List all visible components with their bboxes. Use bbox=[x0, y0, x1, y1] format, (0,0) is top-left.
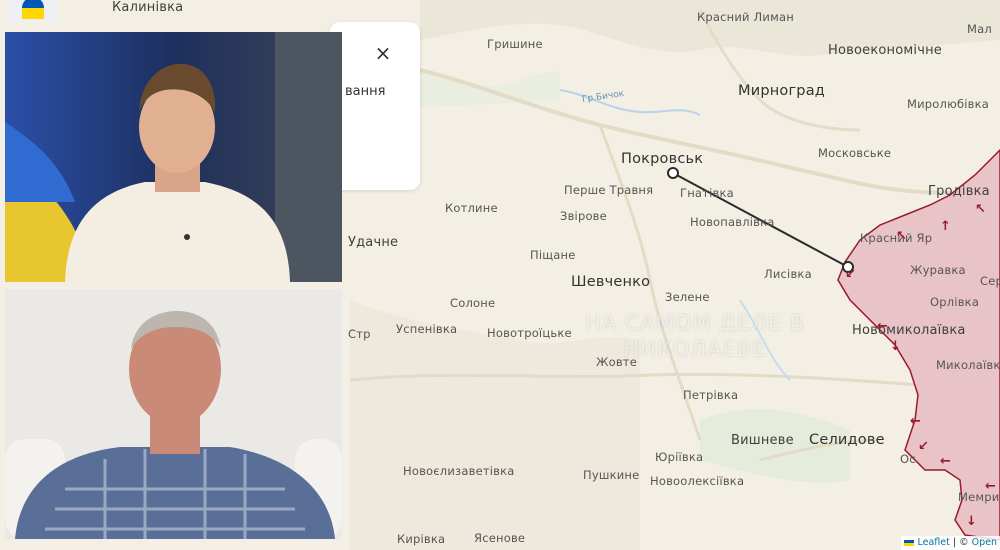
town-label: Юріївка bbox=[655, 450, 704, 464]
front-arrow-icon: ↙ bbox=[918, 439, 929, 454]
leaflet-link[interactable]: Leaflet bbox=[917, 537, 949, 548]
town-label: Покровськ bbox=[621, 151, 704, 167]
town-label: Миролюбівка bbox=[907, 97, 990, 111]
front-arrow-icon: ← bbox=[940, 454, 951, 469]
presenter-video-frame bbox=[5, 32, 342, 282]
osm-link[interactable]: Open bbox=[972, 537, 997, 548]
town-label: Шевченко bbox=[571, 274, 651, 290]
front-arrow-icon: ← bbox=[910, 414, 921, 429]
front-arrow-icon: ↓ bbox=[966, 514, 977, 529]
front-arrow-icon: ← bbox=[985, 479, 996, 494]
route-start-marker bbox=[667, 167, 679, 179]
presenter-video bbox=[5, 32, 342, 282]
town-label: Лисівка bbox=[764, 267, 812, 281]
guest-video bbox=[5, 289, 342, 539]
close-button[interactable]: × bbox=[372, 42, 394, 64]
attribution-separator: | © bbox=[952, 537, 969, 548]
ukraine-flag-mini-icon bbox=[904, 539, 915, 546]
front-arrow-icon: ↑ bbox=[940, 219, 951, 234]
town-label: Ясенове bbox=[474, 531, 526, 545]
ukraine-flag-icon bbox=[22, 0, 44, 19]
town-label: Новопавлівка bbox=[690, 215, 775, 229]
town-label: Новоолексіївка bbox=[650, 474, 745, 488]
town-label: Котлине bbox=[445, 201, 498, 215]
town-label: Піщане bbox=[530, 248, 576, 262]
town-label: Успенівка bbox=[396, 322, 458, 336]
town-label: Московське bbox=[818, 146, 892, 160]
front-arrow-icon: ← bbox=[877, 319, 888, 334]
map-attribution: Leaflet | © Open bbox=[901, 536, 1000, 550]
guest-video-frame bbox=[5, 289, 342, 539]
front-arrow-icon: ↖ bbox=[896, 229, 907, 244]
town-label: Вишневе bbox=[731, 433, 794, 448]
watermark-text: НА САМОМ ДЕЛЕ В НИКОЛАЕВЕ bbox=[580, 310, 810, 362]
town-label: Зелене bbox=[665, 290, 710, 304]
watermark-line: НА САМОМ ДЕЛЕ В bbox=[584, 311, 806, 335]
town-label: Ос bbox=[900, 452, 916, 466]
town-label: Новоекономічне bbox=[828, 43, 942, 58]
town-label: Звірове bbox=[560, 209, 607, 223]
town-label: Журавка bbox=[910, 263, 966, 277]
front-arrow-icon: ↙ bbox=[845, 267, 856, 282]
panel-partial-text: вання bbox=[345, 84, 386, 99]
town-label: Селидове bbox=[809, 432, 885, 448]
town-label: Пушкине bbox=[583, 468, 640, 482]
town-label: Гнатівка bbox=[680, 186, 734, 200]
town-label: Кирівка bbox=[397, 532, 446, 546]
watermark-line: НИКОЛАЕВЕ bbox=[623, 337, 767, 361]
town-label: Удачне bbox=[348, 235, 399, 250]
town-label: Калинівка bbox=[112, 0, 184, 15]
town-label: Красний Лиман bbox=[697, 10, 794, 24]
town-label: Новомиколаївка bbox=[852, 323, 966, 338]
town-label: Перше Травня bbox=[564, 183, 654, 197]
front-arrow-icon: ↖ bbox=[975, 202, 986, 217]
town-label: Солоне bbox=[450, 296, 496, 310]
town-label: Мал bbox=[967, 22, 992, 36]
town-label: Новоєлизаветівка bbox=[403, 464, 515, 478]
town-label: Новотроїцьке bbox=[487, 326, 572, 340]
town-label: Петрівка bbox=[683, 388, 739, 402]
town-label: Мирноград bbox=[738, 83, 826, 99]
channel-badge bbox=[8, 0, 58, 22]
town-label: Стр bbox=[348, 327, 371, 341]
town-label: Сер bbox=[980, 274, 1000, 288]
town-label: Гродівка bbox=[928, 184, 990, 199]
town-label: Орлівка bbox=[930, 295, 980, 309]
town-label: Миколаївка bbox=[936, 358, 1000, 372]
front-arrow-icon: ↓ bbox=[890, 339, 901, 354]
town-label: Гришине bbox=[487, 37, 543, 51]
